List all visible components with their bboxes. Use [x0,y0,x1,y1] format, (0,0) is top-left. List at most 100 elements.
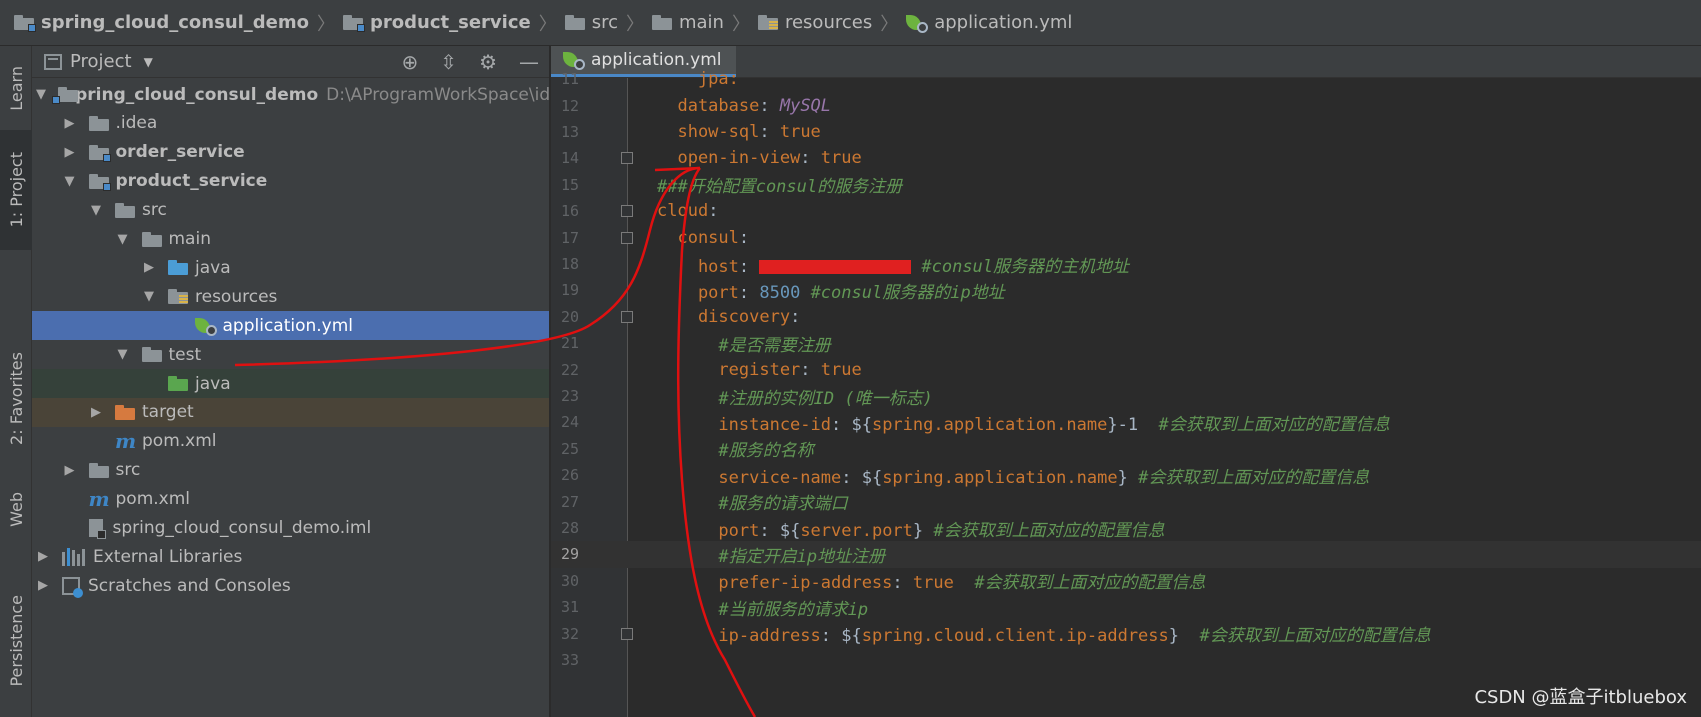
code-line[interactable]: 17 consul: [551,224,1701,251]
code-token: jpa: [657,69,739,90]
tree-item-label: External Libraries [93,546,243,567]
code-line[interactable]: 32 ip-address: ${spring.cloud.client.ip-… [551,620,1701,647]
tree-item[interactable]: ▼ src [32,196,549,225]
breadcrumb-item[interactable]: resources [757,12,872,33]
tree-item[interactable]: ▶mpom.xml [32,485,549,514]
gear-icon[interactable]: ⚙ [479,50,497,74]
tree-item[interactable]: ▶java [32,253,549,282]
tree-item-label: product_service [115,171,268,192]
code-line[interactable]: 19 port: 8500 #consul服务器的ip地址 [551,277,1701,304]
code-line[interactable]: 29 #指定开启ip地址注册 [551,541,1701,568]
code-text: #服务的请求端口 [657,489,847,514]
tree-item[interactable]: ▶spring_cloud_consul_demo.iml [32,514,549,543]
learn-tool-label: Learn [6,65,26,111]
tree-item[interactable]: ▶ order_service [32,138,549,167]
resources-folder-icon [168,289,188,305]
fold-marker-icon[interactable] [621,231,633,244]
tree-item[interactable]: ▶java [32,369,549,398]
code-token: open-in-view [657,148,801,169]
code-token: #会获取到上面对应的配置信息 [1199,626,1431,647]
code-line[interactable]: 31 #当前服务的请求ip [551,594,1701,621]
fold-marker-icon[interactable] [621,627,633,640]
tree-item[interactable]: ▼ spring_cloud_consul_demo D:\AProgramWork… [32,80,549,109]
tree-item[interactable]: ▶ .idea [32,109,549,138]
favorites-tool-button[interactable]: 2: Favorites [0,338,32,458]
code-line[interactable]: 24 instance-id: ${spring.application.nam… [551,409,1701,436]
tree-item[interactable]: ▼ resources [32,282,549,311]
chevron-down-icon[interactable]: ▼ [116,232,130,247]
code-line[interactable]: 21 #是否需要注册 [551,330,1701,357]
code-line[interactable]: 27 #服务的请求端口 [551,488,1701,515]
line-number: 31 [560,598,579,617]
chevron-down-icon[interactable]: ▼ [116,347,130,362]
chevron-right-icon[interactable]: ▶ [142,260,156,275]
chevron-right-icon[interactable]: ▶ [63,116,77,131]
fold-marker-icon[interactable] [621,205,633,218]
code-line[interactable]: 30 prefer-ip-address: true #会获取到上面对应的配置信… [551,568,1701,595]
tree-item[interactable]: ▶mpom.xml [32,427,549,456]
code-token: port [657,282,739,303]
breadcrumb-item[interactable]: spring_cloud_consul_demo [14,12,309,33]
chevron-right-icon[interactable]: ▶ [36,549,50,564]
chevron-right-icon[interactable]: ▶ [36,578,50,593]
chevron-right-icon[interactable]: ▶ [89,405,103,420]
code-line[interactable]: 28 port: ${server.port} #会获取到上面对应的配置信息 [551,515,1701,542]
project-tool-button[interactable]: 1: Project [0,130,32,250]
persistence-tool-button[interactable]: Persistence [0,566,32,716]
learn-tool-button[interactable]: Learn [0,50,32,126]
code-line[interactable]: 16 cloud: [551,198,1701,225]
code-token: #会获取到上面对应的配置信息 [974,573,1206,594]
code-line[interactable]: 25 #服务的名称 [551,436,1701,463]
code-line[interactable]: 15 ###开始配置consul的服务注册 [551,172,1701,199]
tree-item[interactable]: ▼ product_service [32,167,549,196]
code-token: : ${ [820,626,862,647]
chevron-right-icon[interactable]: ▶ [63,145,77,160]
code-line[interactable]: 20 discovery: [551,304,1701,331]
folder-icon [115,202,135,218]
breadcrumb-item[interactable]: src [564,12,618,33]
code-line[interactable]: 23 #注册的实例ID (唯一标志) [551,383,1701,410]
chevron-down-icon[interactable]: ▼ [142,289,156,304]
tree-item-label: pom.xml [142,431,217,452]
project-panel-title[interactable]: Project [70,51,132,72]
module-folder-icon [88,173,111,191]
tree-item[interactable]: ▶application.yml [32,311,549,341]
code-token: host [657,256,739,277]
tree-item[interactable]: ▶ Scratches and Consoles [32,571,549,600]
fold-marker-icon[interactable] [621,152,633,165]
code-line[interactable]: 11 jpa: [551,66,1701,93]
tree-item[interactable]: ▶ External Libraries [32,542,549,571]
tree-item[interactable]: ▼ test [32,340,549,369]
chevron-down-icon[interactable]: ▼ [63,174,77,189]
code-line[interactable]: 14 open-in-view: true [551,145,1701,172]
code-line[interactable]: 13 show-sql: true [551,119,1701,146]
tree-item[interactable]: ▶ target [32,397,549,427]
hide-icon[interactable]: — [519,50,539,74]
chevron-down-icon[interactable]: ▼ [89,203,103,218]
locate-icon[interactable]: ⊕ [402,50,419,74]
code-token: spring.application.name [871,414,1108,435]
code-token: cloud [657,201,709,222]
code-line[interactable]: 18 host: #consul服务器的主机地址 [551,251,1701,278]
breadcrumb-item[interactable]: product_service [343,12,531,33]
collapse-all-icon[interactable]: ⇳ [440,50,457,74]
line-number: 14 [560,149,579,168]
code-token: : [892,573,913,594]
code-line[interactable]: 26 service-name: ${spring.application.na… [551,462,1701,489]
code-line[interactable]: 33 [551,647,1701,674]
web-tool-button[interactable]: Web [0,474,32,544]
chevron-right-icon[interactable]: ▶ [63,463,77,478]
breadcrumb-item[interactable]: main [651,12,724,33]
tree-item-label: src [142,200,167,221]
iml-file-icon [88,519,106,539]
chevron-down-icon[interactable]: ▼ [144,55,153,69]
fold-marker-icon[interactable] [621,310,633,323]
tree-item-label: Scratches and Consoles [88,575,291,596]
code-line[interactable]: 22 register: true [551,356,1701,383]
tree-item[interactable]: ▼ main [32,225,549,254]
tree-item[interactable]: ▶ src [32,456,549,485]
chevron-down-icon[interactable]: ▼ [36,87,46,102]
code-line[interactable]: 12 database: MySQL [551,92,1701,119]
code-token: : [800,148,821,169]
breadcrumb-item[interactable]: application.yml [906,12,1072,33]
